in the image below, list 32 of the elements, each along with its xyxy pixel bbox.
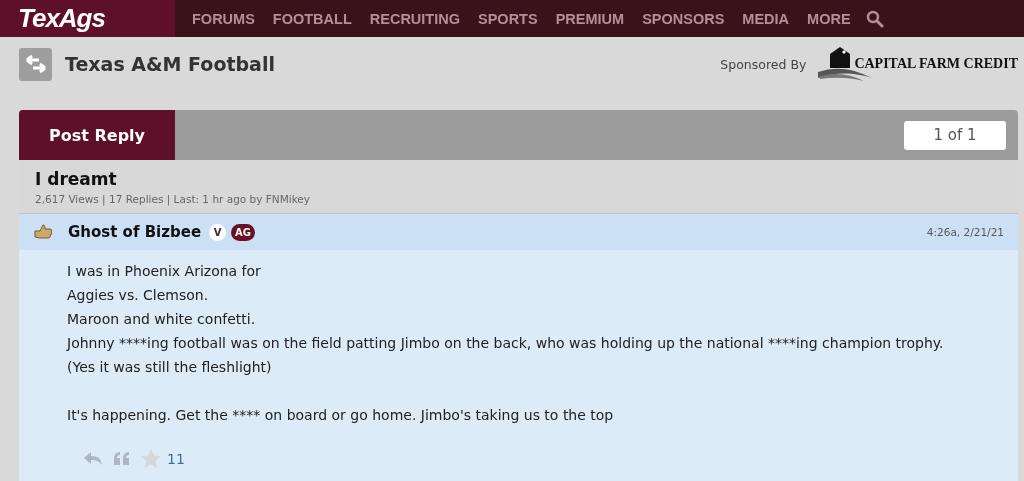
post-text: Maroon and white confetti. — [67, 310, 257, 329]
post-text: It's happening. Get the **** on board or go home. Jimbo's taking us to the top — [67, 406, 615, 425]
swap-arrows-icon — [24, 54, 47, 74]
nav-link[interactable]: MEDIA — [733, 10, 799, 27]
nav-link[interactable]: SPONSORS — [633, 10, 734, 27]
nav-link[interactable]: RECRUITING — [360, 10, 469, 27]
search-icon[interactable] — [865, 9, 884, 28]
nav-link[interactable]: FORUMS — [183, 10, 264, 27]
nav-link[interactable]: SPORTS — [469, 10, 547, 27]
post-time: 4:26a, 2/21/21 — [926, 226, 1004, 238]
star-count: 11 — [167, 450, 185, 467]
nav-link[interactable]: PREMIUM — [546, 10, 634, 27]
forum-title: Texas A&M Football — [65, 53, 275, 75]
page-selector[interactable]: 1 of 1 — [904, 120, 1006, 150]
user-badge: V — [209, 223, 227, 241]
switch-forum-button[interactable] — [19, 47, 52, 81]
post-reply-button[interactable]: Post Reply — [19, 110, 175, 160]
thread-title: I dreamt — [35, 169, 118, 189]
sponsor-logo-text[interactable]: CAPITAL FARM CREDIT — [854, 56, 1018, 72]
thumbs-up-icon — [33, 223, 53, 241]
post-text: Johnny ****ing football was on the field patting Jimbo on the back, who was holding up the national ****ing champion trophy. (Yes it was still the fleshlight) — [67, 334, 945, 377]
user-badge: AG — [231, 223, 255, 241]
star-icon[interactable] — [141, 449, 161, 468]
sponsored-label: Sponsored By — [720, 56, 807, 72]
post-text: Aggies vs. Clemson. — [67, 286, 210, 305]
nav-link[interactable]: MORE — [798, 10, 860, 27]
thread-stats: 2,617 Views | 17 Replies | Last: 1 hr ago by FNMikey — [35, 193, 312, 205]
author-name[interactable]: Ghost of Bizbee — [68, 223, 202, 241]
nav-link[interactable]: FOOTBALL — [263, 10, 361, 27]
reply-icon[interactable] — [83, 450, 103, 467]
quote-icon[interactable] — [113, 450, 131, 467]
post-text: I was in Phoenix Arizona for — [67, 262, 262, 281]
